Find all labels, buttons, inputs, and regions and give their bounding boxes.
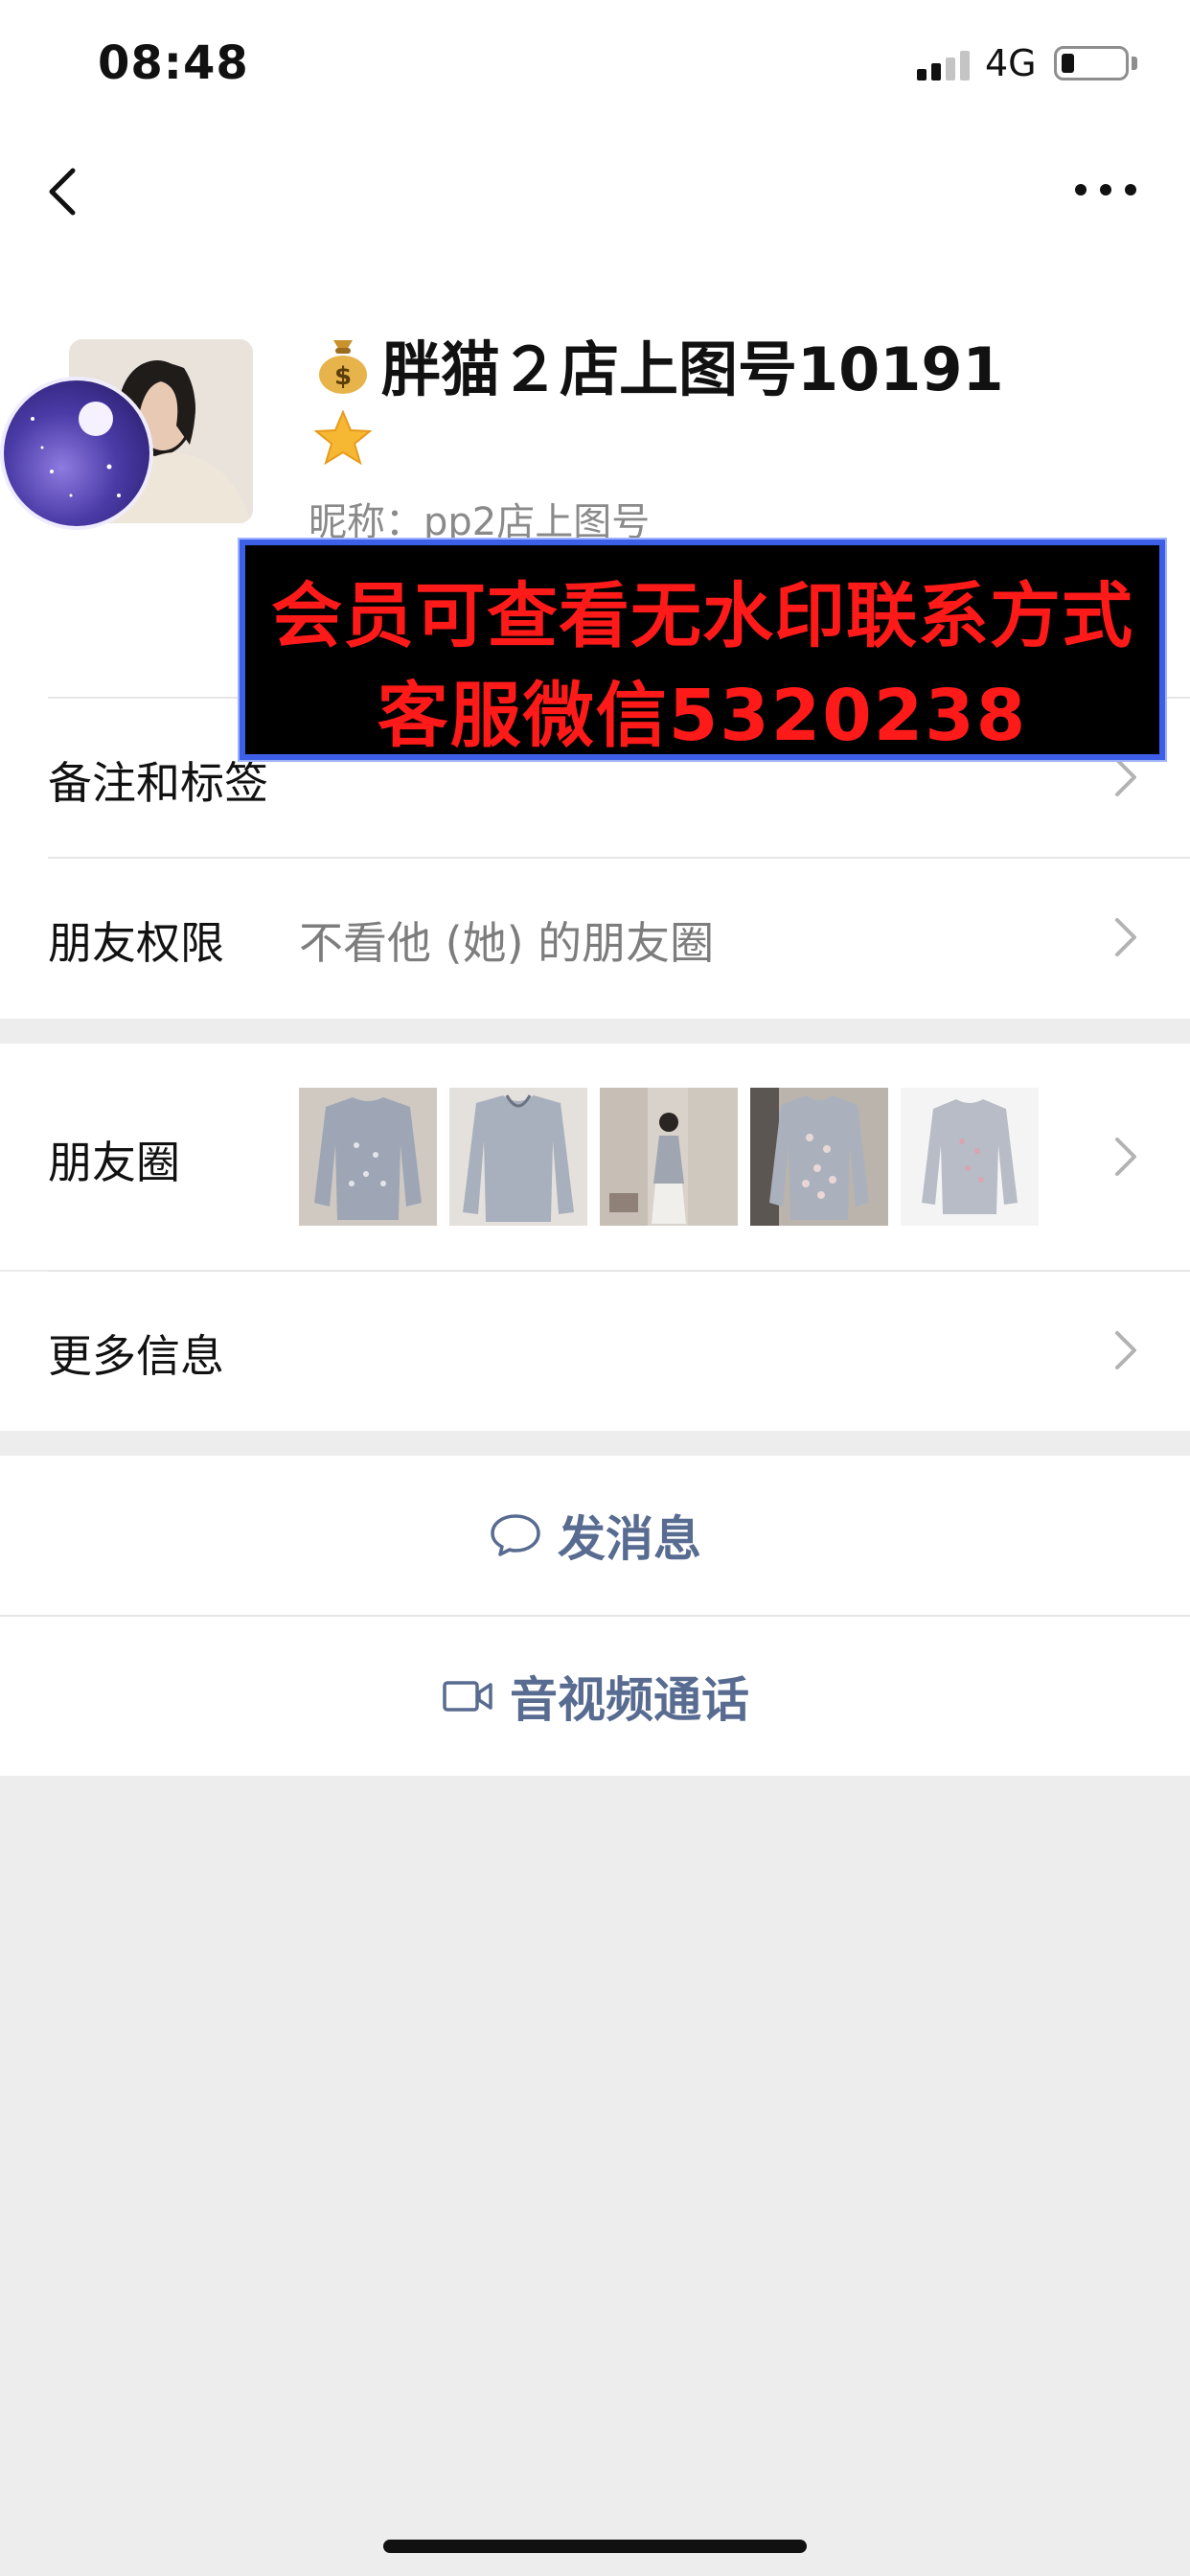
chevron-right-icon xyxy=(1115,1138,1136,1176)
star-icon xyxy=(314,410,372,466)
moments-label: 朋友圈 xyxy=(48,1137,180,1188)
promo-line-1: 会员可查看无水印联系方式 xyxy=(271,575,1133,657)
battery-tip xyxy=(1132,57,1137,70)
navigation-bar xyxy=(0,134,1190,249)
chevron-left-icon xyxy=(49,168,76,216)
more-options-button[interactable] xyxy=(1073,180,1140,203)
avatar-badge xyxy=(0,377,153,530)
section-gap xyxy=(0,1019,1190,1044)
contact-profile-page: 08:48 4G $ 胖猫２店上图号10191 昵称：pp2店上图号 备注和标签… xyxy=(0,0,1190,2576)
moments-thumbnail[interactable] xyxy=(901,1088,1039,1226)
section-gap xyxy=(0,1431,1190,1456)
moments-thumbnail[interactable] xyxy=(299,1088,437,1226)
nickname: 昵称：pp2店上图号 xyxy=(309,500,651,544)
cellular-signal-icon xyxy=(917,50,971,80)
promo-overlay-banner: 会员可查看无水印联系方式 客服微信5320238 xyxy=(238,538,1167,762)
send-message-button[interactable]: 发消息 xyxy=(0,1456,1190,1615)
chevron-right-icon xyxy=(1115,1331,1136,1369)
remarks-label: 备注和标签 xyxy=(48,757,268,809)
home-indicator[interactable] xyxy=(383,2540,807,2553)
network-type: 4G xyxy=(985,42,1037,84)
chevron-right-icon xyxy=(1115,918,1136,956)
video-call-label: 音视频通话 xyxy=(510,1672,749,1728)
moments-thumbnail[interactable] xyxy=(600,1088,738,1226)
battery-icon xyxy=(1054,46,1129,80)
more-info-label: 更多信息 xyxy=(48,1330,224,1382)
send-message-label: 发消息 xyxy=(558,1511,701,1567)
moments-thumbnails xyxy=(299,1088,1039,1226)
video-call-button[interactable]: 音视频通话 xyxy=(0,1617,1190,1776)
status-time: 08:48 xyxy=(98,36,249,90)
money-bag-icon: $ xyxy=(319,340,367,394)
more-dots-icon xyxy=(1075,184,1087,196)
moments-thumbnail[interactable] xyxy=(449,1088,587,1226)
back-button[interactable] xyxy=(38,163,96,220)
display-name: 胖猫２店上图号10191 xyxy=(381,334,1004,404)
moments-row[interactable]: 朋友圈 xyxy=(0,1044,1190,1270)
permissions-label: 朋友权限 xyxy=(48,917,224,969)
chevron-right-icon xyxy=(1115,758,1136,796)
svg-text:$: $ xyxy=(334,362,352,391)
display-name-row: $ 胖猫２店上图号10191 xyxy=(316,326,1004,404)
permissions-value: 不看他 (她) 的朋友圈 xyxy=(299,917,715,969)
status-bar: 08:48 4G xyxy=(0,0,1190,125)
moments-thumbnail[interactable] xyxy=(750,1088,888,1226)
speech-bubble-icon xyxy=(491,1514,540,1556)
friend-permissions-row[interactable]: 朋友权限 不看他 (她) 的朋友圈 xyxy=(0,859,1190,1018)
more-info-row[interactable]: 更多信息 xyxy=(0,1272,1190,1431)
promo-line-2: 客服微信5320238 xyxy=(377,675,1028,757)
video-camera-icon xyxy=(443,1681,492,1712)
